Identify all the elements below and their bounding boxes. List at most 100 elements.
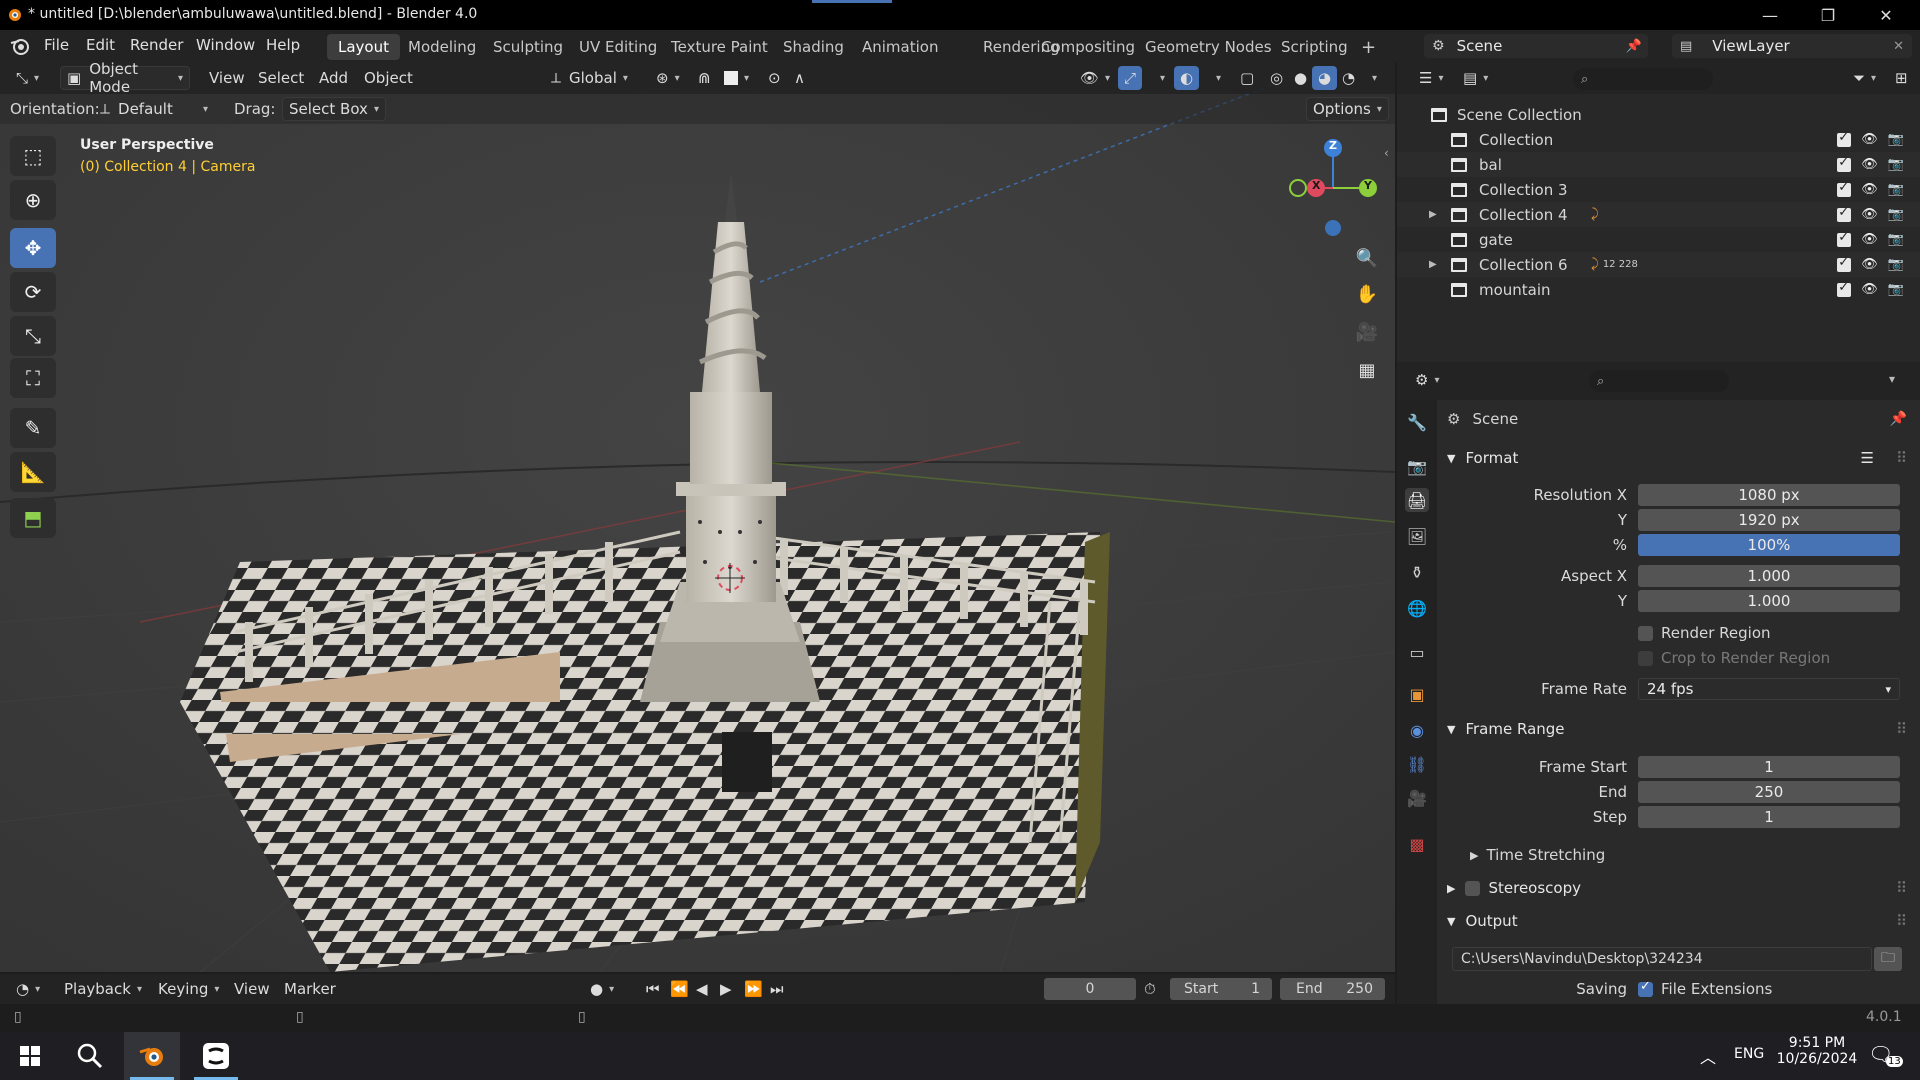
file-extensions-checkbox[interactable]: File Extensions — [1638, 979, 1772, 998]
resolution-x-field[interactable]: 1080 px — [1638, 484, 1900, 506]
physics-tab-icon[interactable]: ◉ — [1405, 718, 1429, 742]
tab-uv-editing[interactable]: UV Editing — [568, 34, 668, 60]
filter-button[interactable]: ⏷ ▾ — [1847, 66, 1882, 90]
transform-orientation-selector[interactable]: ⟂ Global ▾ — [545, 66, 634, 90]
visibility-button[interactable]: 👁 ▾ — [1074, 66, 1116, 90]
language-indicator[interactable]: ENG — [1734, 1046, 1764, 1062]
crop-region-checkbox[interactable]: Crop to Render Region — [1638, 649, 1830, 667]
start-frame-field[interactable]: Start 1 — [1170, 978, 1272, 1000]
snap-button[interactable]: ⋒ — [692, 66, 717, 90]
shading-material-button[interactable]: ◕ — [1312, 66, 1338, 90]
outliner-row-gate[interactable]: gate👁📷 — [1397, 227, 1920, 252]
new-scene-icon[interactable] — [1614, 34, 1638, 58]
display-mode-button[interactable]: ▤ ▾ — [1457, 66, 1494, 90]
taskbar-app-2[interactable] — [188, 1032, 244, 1080]
exclude-checkbox[interactable] — [1837, 230, 1852, 247]
menu-window[interactable]: Window — [196, 36, 255, 54]
orientation-selector[interactable]: ⟂ Default ▾ — [94, 97, 214, 121]
aspect-x-field[interactable]: 1.000 — [1638, 565, 1900, 587]
editor-type-button[interactable]: ⤡ ▾ — [10, 66, 45, 90]
outliner-search-input[interactable]: ⌕ — [1573, 68, 1713, 90]
texture-tab-icon[interactable]: ▩ — [1405, 832, 1429, 856]
tab-geometry-nodes[interactable]: Geometry Nodes — [1134, 34, 1283, 60]
drag-selector[interactable]: Select Box ▾ — [282, 97, 386, 121]
snap-target-button[interactable]: ▾ — [718, 66, 755, 90]
tab-compositing[interactable]: Compositing — [1030, 34, 1146, 60]
aspect-y-field[interactable]: 1.000 — [1638, 590, 1900, 612]
camera-icon[interactable]: 📷 — [1888, 232, 1904, 247]
play-button[interactable]: ▶ — [714, 977, 738, 1001]
blender-menu-icon[interactable] — [10, 37, 30, 55]
move-tool[interactable]: ✥ — [10, 228, 56, 268]
gizmo-toggle-button[interactable]: ⤢ — [1118, 66, 1143, 90]
drag-handle-icon[interactable]: ⠿ — [1896, 879, 1907, 897]
exclude-checkbox[interactable] — [1837, 205, 1852, 222]
tab-layout[interactable]: Layout — [327, 34, 400, 60]
stereoscopy-checkbox[interactable] — [1465, 880, 1481, 896]
current-frame-field[interactable]: 0 — [1044, 978, 1136, 1000]
properties-editor-type[interactable]: ⚙ ▾ — [1409, 368, 1445, 392]
falloff-button[interactable]: ∧ — [788, 66, 811, 90]
viewlayer-selector[interactable]: ▤ ViewLayer ✕ — [1672, 34, 1912, 58]
options-button[interactable]: Options ▾ — [1306, 97, 1389, 121]
play-reverse-button[interactable]: ◀ — [690, 977, 714, 1001]
add-cube-tool[interactable]: ⬒ — [10, 498, 56, 538]
maximize-button[interactable]: ❐ — [1800, 0, 1856, 30]
data-tab-icon[interactable]: 🎥 — [1405, 786, 1429, 810]
clock[interactable]: 9:51 PM 10/26/2024 — [1772, 1035, 1862, 1077]
eye-icon[interactable]: 👁 — [1861, 257, 1878, 272]
menu-keying[interactable]: Keying ▾ — [152, 977, 225, 1001]
add-workspace-button[interactable]: + — [1350, 34, 1387, 60]
shading-solid-button[interactable]: ● — [1288, 66, 1313, 90]
eye-icon[interactable]: 👁 — [1861, 157, 1878, 172]
frame-step-field[interactable]: 1 — [1638, 806, 1900, 828]
overlays-toggle-button[interactable]: ◐ — [1174, 66, 1200, 90]
tab-sculpting[interactable]: Sculpting — [482, 34, 574, 60]
transform-tool[interactable]: ⛶ — [10, 358, 56, 398]
expand-arrow-icon[interactable]: ▶ — [1429, 259, 1443, 270]
scale-tool[interactable]: ⤡ — [10, 316, 56, 356]
cursor-tool[interactable]: ⊕ — [10, 180, 56, 220]
constraints-tab-icon[interactable]: ⛓ — [1405, 752, 1429, 776]
pin-icon[interactable]: 📌 — [1890, 411, 1907, 427]
exclude-checkbox[interactable] — [1837, 130, 1852, 147]
close-button[interactable]: ✕ — [1858, 0, 1914, 30]
frame-start-field[interactable]: 1 — [1638, 756, 1900, 778]
tool-tab-icon[interactable]: 🔧 — [1405, 410, 1429, 434]
menu-file[interactable]: File — [44, 36, 69, 54]
remove-viewlayer-icon[interactable]: ✕ — [1893, 39, 1904, 54]
exclude-checkbox[interactable] — [1837, 255, 1852, 272]
chevron-up-icon[interactable]: ︿ — [1700, 1044, 1716, 1068]
start-button[interactable] — [2, 1032, 58, 1080]
outliner-root-row[interactable]: Scene Collection — [1397, 102, 1920, 127]
menu-help[interactable]: Help — [266, 36, 300, 54]
stereoscopy-section-header[interactable]: ▶ Stereoscopy ⠿ — [1447, 874, 1907, 902]
output-section-header[interactable]: ▼ Output ⠿ — [1447, 907, 1907, 935]
outliner-row-collection-4[interactable]: ▶Collection 4⤸👁📷 — [1397, 202, 1920, 227]
menu-object[interactable]: Object — [358, 66, 419, 90]
zoom-button[interactable]: 🔍 — [1349, 240, 1385, 276]
search-button[interactable] — [62, 1032, 118, 1080]
expand-arrow-icon[interactable]: ▶ — [1429, 209, 1443, 220]
frame-rate-select[interactable]: 24 fps ▾ — [1638, 678, 1900, 700]
exclude-checkbox[interactable] — [1837, 180, 1852, 197]
eye-icon[interactable]: 👁 — [1861, 207, 1878, 222]
camera-icon[interactable]: 📷 — [1888, 257, 1904, 272]
shading-wireframe-button[interactable]: ◎ — [1264, 66, 1289, 90]
camera-view-button[interactable]: 🎥 — [1349, 314, 1385, 350]
eye-icon[interactable]: 👁 — [1861, 132, 1878, 147]
camera-icon[interactable]: 📷 — [1888, 182, 1904, 197]
menu-edit[interactable]: Edit — [86, 36, 115, 54]
navigation-gizmo[interactable]: Z Y X — [1280, 136, 1380, 246]
rotate-tool[interactable]: ⟳ — [10, 272, 56, 312]
world-tab-icon[interactable]: 🌐 — [1405, 596, 1429, 620]
gizmo-dropdown[interactable]: ▾ — [1148, 66, 1171, 90]
new-collection-button[interactable]: ⊞ — [1889, 66, 1914, 90]
outliner-row-mountain[interactable]: mountain👁📷 — [1397, 277, 1920, 302]
jump-end-button[interactable]: ⏭ — [764, 977, 790, 1001]
frame-range-section-header[interactable]: ▼ Frame Range ⠿ — [1447, 715, 1907, 743]
tab-scripting[interactable]: Scripting — [1270, 34, 1359, 60]
tab-animation[interactable]: Animation — [851, 34, 949, 60]
menu-add[interactable]: Add — [313, 66, 354, 90]
jump-start-button[interactable]: ⏮ — [640, 977, 666, 1001]
